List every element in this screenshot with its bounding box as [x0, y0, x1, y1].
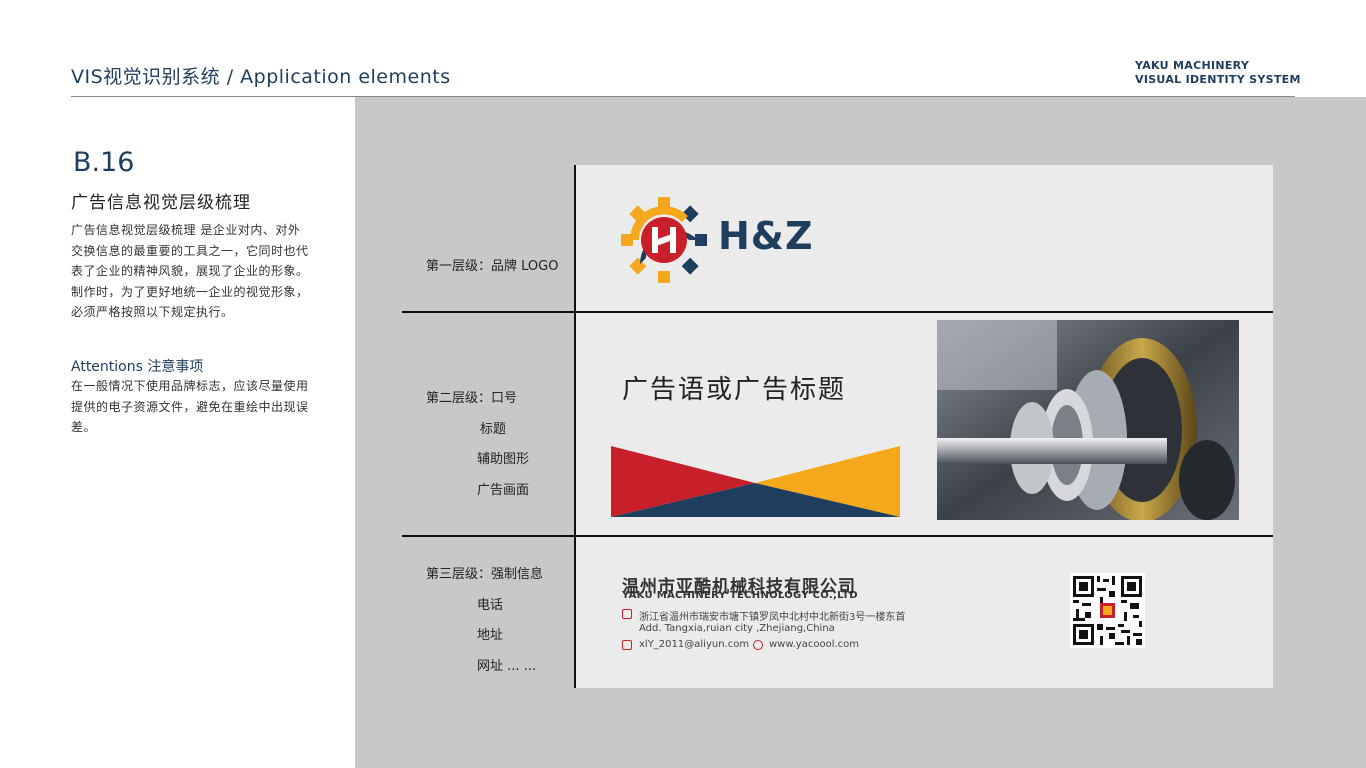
auxiliary-graphic	[611, 446, 900, 517]
section-description: 广告信息视觉层级梳理 是企业对内、对外交换信息的最重要的工具之一，它同时也代表了…	[71, 223, 309, 319]
page-title: VIS视觉识别系统 / Application elements	[71, 66, 451, 88]
attention-description: 在一般情况下使用品牌标志，应该尽量使用提供的电子资源文件，避免在重绘中出现误差。	[71, 379, 309, 434]
level-2-label: 第二层级：口号	[426, 391, 518, 406]
qr-code	[1070, 573, 1145, 648]
level-3-item: 电话	[477, 598, 504, 613]
email-icon	[622, 640, 632, 650]
location-icon	[622, 609, 632, 619]
address-cn: 浙江省温州市瑞安市塘下镇罗凤中北村中北新街3号一楼东首	[639, 612, 906, 623]
level-3-item: 地址	[477, 628, 504, 643]
level-2-item: 辅助图形	[477, 452, 530, 467]
ad-slogan: 广告语或广告标题	[622, 375, 847, 405]
email-text: xlY_2011@aliyun.com	[639, 639, 750, 650]
company-name-en: YAKU MACHINERY TECHNOLOGY CO.,LTD	[622, 590, 858, 601]
section-title: 广告信息视觉层级梳理	[71, 193, 251, 213]
level-3-label: 第三层级：强制信息	[426, 567, 544, 582]
level-divider-1	[402, 311, 1273, 313]
brand-tagline: YAKU MACHINERY VISUAL IDENTITY SYSTEM	[1135, 59, 1301, 87]
brand-line-1: YAKU MACHINERY	[1135, 59, 1250, 72]
website-text: www.yacoool.com	[769, 639, 860, 650]
level-2-item: 标题	[480, 422, 507, 437]
level-divider-vertical	[574, 165, 576, 688]
logo-wordmark: H&Z	[718, 214, 814, 258]
attention-title: Attentions 注意事项	[71, 359, 204, 375]
address-en: Add. Tangxia,ruian city ,Zhejiang,China	[639, 623, 835, 634]
gear-logo-icon	[621, 197, 707, 283]
web-icon	[753, 640, 763, 650]
gearbox-photo	[937, 320, 1239, 520]
brand-line-2: VISUAL IDENTITY SYSTEM	[1135, 73, 1301, 86]
level-1-label: 第一层级：品牌 LOGO	[426, 259, 559, 274]
level-3-item: 网址 ... ...	[477, 659, 537, 674]
level-divider-2	[402, 535, 1273, 537]
section-code: B.16	[73, 147, 135, 178]
level-2-item: 广告画面	[477, 483, 530, 498]
